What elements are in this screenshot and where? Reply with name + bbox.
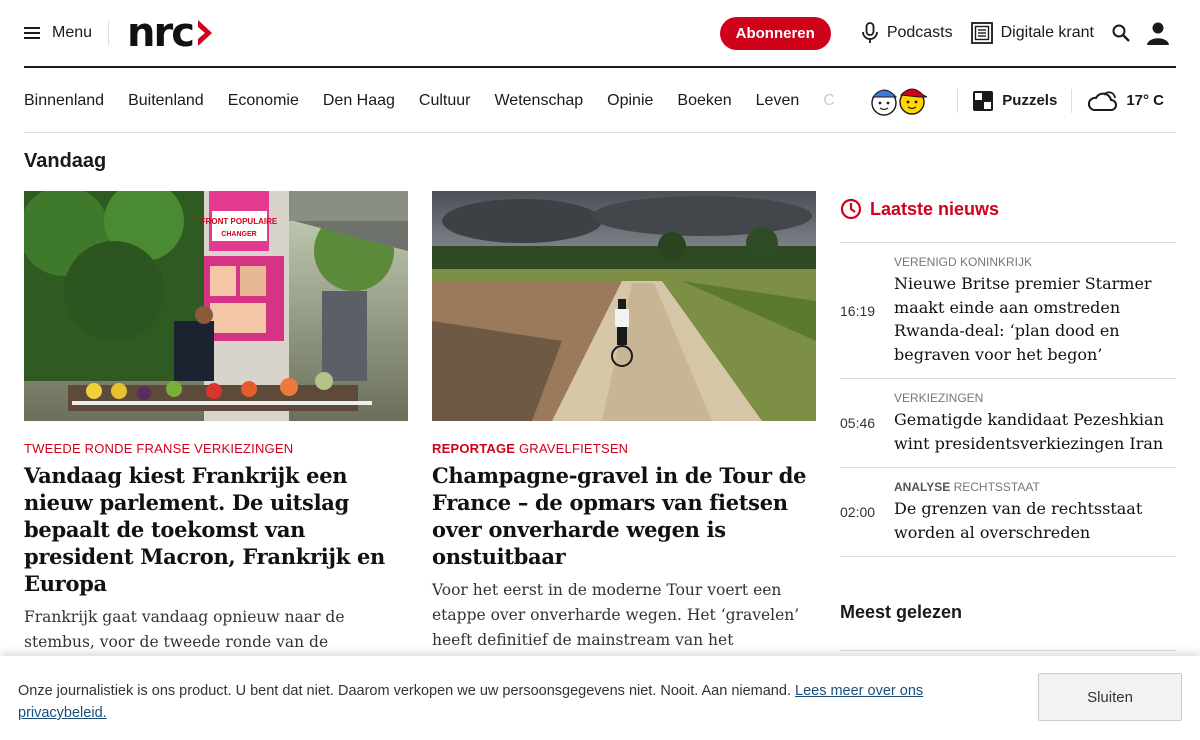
podcasts-link[interactable]: Podcasts	[861, 22, 953, 44]
puzzles-link[interactable]: Puzzels	[972, 90, 1057, 112]
nav-section-cultuur[interactable]: Cultuur	[419, 92, 471, 110]
privacy-banner-text: Onze journalistiek is ons product. U ben…	[18, 680, 958, 724]
privacy-message: Onze journalistiek is ons product. U ben…	[18, 683, 791, 699]
news-kicker: Analyse Rechtsstaat	[894, 480, 1176, 494]
news-kicker: Verkiezingen	[894, 391, 1176, 405]
divider	[840, 650, 1176, 651]
article-headline[interactable]: Vandaag kiest Frankrijk een nieuw parlem…	[24, 462, 408, 597]
news-kicker: Verenigd Koninkrijk	[894, 255, 1176, 269]
user-account-icon[interactable]	[1146, 21, 1170, 45]
mascot-icons[interactable]	[869, 85, 929, 117]
nav-section-boeken[interactable]: Boeken	[677, 92, 731, 110]
header-divider	[108, 21, 110, 45]
header-actions: Abonneren Podcasts Digitale krant	[719, 16, 1176, 50]
news-title: De grenzen van de rechtsstaat worden al …	[894, 499, 1143, 542]
news-kicker-text: Verkiezingen	[894, 391, 984, 405]
clock-icon	[840, 198, 862, 220]
weather-widget: 17° C	[1086, 89, 1164, 113]
subscribe-button[interactable]: Abonneren	[719, 16, 831, 50]
news-title: Gematigde kandidaat Pezeshkian wint pres…	[894, 410, 1164, 453]
news-timestamp: 05:46	[840, 415, 876, 431]
nav-divider	[1071, 88, 1073, 113]
digital-newspaper-label: Digitale krant	[1000, 24, 1094, 41]
digital-newspaper-link[interactable]: Digitale krant	[970, 22, 1094, 44]
podcasts-label: Podcasts	[886, 24, 953, 41]
article-kicker: Reportage Gravelfietsen	[432, 441, 816, 456]
weather-temperature: 17° C	[1126, 92, 1164, 109]
article-kicker: Tweede ronde Franse verkiezingen	[24, 441, 408, 456]
nav-section-wetenschap[interactable]: Wetenschap	[494, 92, 583, 110]
latest-news-list: 16:19 Verenigd Koninkrijk Nieuwe Britse …	[840, 242, 1176, 557]
section-nav: Binnenland Buitenland Economie Den Haag Cult…	[24, 69, 1176, 133]
news-kicker-text: Verenigd Koninkrijk	[894, 255, 1033, 269]
article-kicker-text: Tweede ronde Franse verkiezingen	[24, 441, 294, 456]
article-card-gravel[interactable]: Reportage Gravelfietsen Champagne-gravel…	[432, 191, 816, 678]
privacy-banner: Onze journalistiek is ons product. U ben…	[0, 656, 1200, 740]
cartoon-mascots-icon	[871, 88, 928, 116]
latest-news-panel: Laatste nieuws 16:19 Verenigd Koninkrijk…	[840, 191, 1176, 557]
article-image-cyclist[interactable]	[432, 191, 816, 421]
news-list-item[interactable]: 05:46 Verkiezingen Gematigde kandidaat P…	[840, 379, 1176, 468]
article-card-france[interactable]: FRONT POPULAIRE CHANGER Tweede ronde Fra…	[24, 191, 408, 680]
close-banner-button[interactable]: Sluiten	[1038, 673, 1182, 721]
search-icon[interactable]	[1112, 24, 1130, 42]
nav-section-leven[interactable]: Leven	[756, 92, 800, 110]
news-kicker-label: Analyse	[894, 480, 951, 494]
article-kicker-text: Gravelfietsen	[519, 441, 629, 456]
nav-section-opinie[interactable]: Opinie	[607, 92, 653, 110]
nav-section-binnenland[interactable]: Binnenland	[24, 92, 104, 110]
news-title: Nieuwe Britse premier Starmer maakt eind…	[894, 274, 1152, 364]
section-nav-extras: Puzzels 17° C	[869, 85, 1176, 117]
puzzles-label: Puzzels	[1002, 92, 1058, 109]
poster-text-2: CHANGER	[221, 231, 256, 238]
most-read-title: Meest gelezen	[840, 602, 963, 622]
nav-section-economie[interactable]: Economie	[228, 92, 299, 110]
hamburger-icon	[24, 27, 40, 39]
nav-divider	[957, 88, 959, 113]
article-headline[interactable]: Champagne-gravel in de Tour de France – …	[432, 462, 816, 570]
nrc-logo[interactable]: nrc	[127, 13, 215, 53]
section-title: Vandaag	[24, 150, 107, 172]
section-nav-list: Binnenland Buitenland Economie Den Haag Cult…	[24, 92, 834, 110]
puzzle-grid-icon	[973, 90, 994, 111]
nav-section-overflow[interactable]: C	[823, 92, 834, 110]
nav-section-den-haag[interactable]: Den Haag	[323, 92, 395, 110]
cloud-sun-icon	[1088, 90, 1118, 111]
latest-news-title: Laatste nieuws	[870, 198, 1000, 219]
menu-label: Menu	[52, 24, 93, 41]
news-kicker-text: Rechtsstaat	[953, 480, 1040, 494]
latest-news-header[interactable]: Laatste nieuws	[840, 191, 1176, 227]
nav-section-buitenland[interactable]: Buitenland	[128, 92, 204, 110]
logo-chevron-icon	[197, 20, 212, 46]
site-header: Menu nrc Abonneren Podcasts Digitale kra…	[24, 0, 1176, 68]
news-timestamp: 02:00	[840, 504, 876, 520]
poster-text-1: FRONT POPULAIRE	[201, 217, 278, 226]
article-image-market[interactable]: FRONT POPULAIRE CHANGER	[24, 191, 408, 421]
newspaper-icon	[970, 22, 993, 44]
microphone-icon	[861, 22, 879, 44]
news-timestamp: 16:19	[840, 302, 876, 319]
article-kicker-label: Reportage	[432, 441, 516, 456]
logo-text: nrc	[127, 10, 195, 56]
menu-button[interactable]: Menu	[24, 24, 92, 42]
news-list-item[interactable]: 02:00 Analyse Rechtsstaat De grenzen van…	[840, 468, 1176, 557]
news-list-item[interactable]: 16:19 Verenigd Koninkrijk Nieuwe Britse …	[840, 243, 1176, 379]
